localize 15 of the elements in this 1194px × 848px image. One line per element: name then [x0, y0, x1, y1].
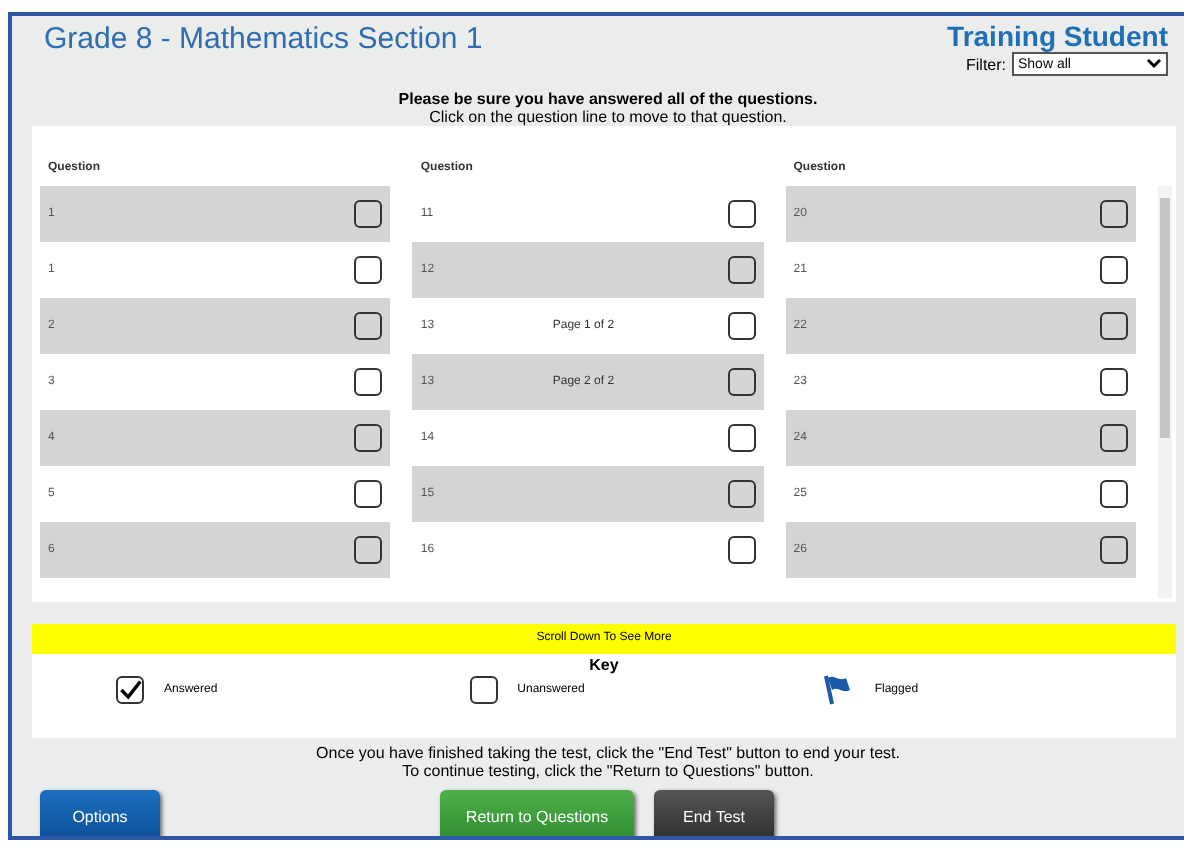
instruction-text: Please be sure you have answered all of the questions. — [396, 90, 820, 108]
scrollbar[interactable] — [1158, 186, 1172, 598]
filter-label: Filter: — [966, 55, 1006, 73]
empty-checkbox-icon — [469, 676, 498, 704]
action-button[interactable]: Options — [40, 790, 160, 836]
chevron-icon — [1146, 58, 1162, 70]
student-name: Training Student — [947, 22, 1168, 52]
footer-text: To continue testing, click the "Return to Questions" button. — [400, 762, 816, 780]
instruction-text: Click on the question line to move to that question. — [427, 108, 789, 126]
action-button[interactable]: End Test — [654, 790, 774, 836]
flag-icon — [822, 674, 855, 706]
footer-text: Once you have finished taking the test, click the "End Test" button to end your test. — [314, 744, 902, 762]
checked-checkbox-icon — [116, 676, 144, 704]
key-title: Key — [587, 654, 621, 674]
test-title: Grade 8 - Mathematics Section 1 — [44, 22, 483, 60]
